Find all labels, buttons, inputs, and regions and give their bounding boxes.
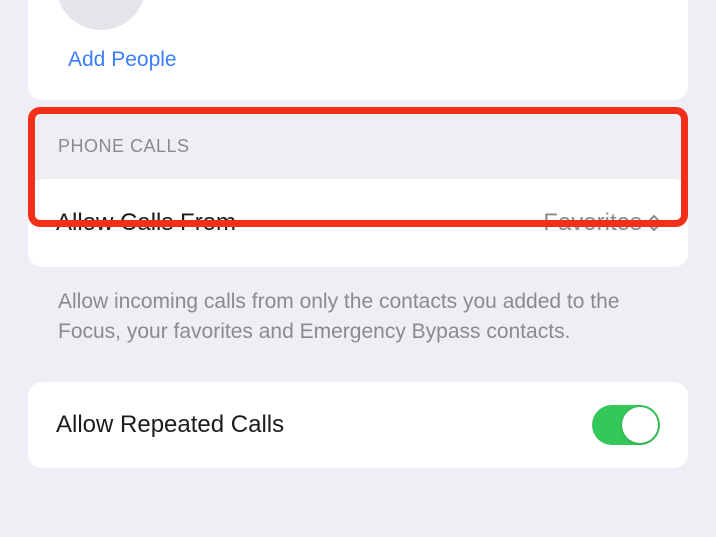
- allow-calls-footer-text: Allow incoming calls from only the conta…: [58, 287, 658, 348]
- people-card: Add People: [28, 0, 688, 100]
- updown-chevron-icon: [648, 214, 660, 232]
- allow-calls-from-value-wrap: Favorites: [543, 209, 660, 237]
- allow-calls-from-label: Allow Calls From: [56, 209, 236, 237]
- allow-repeated-calls-toggle[interactable]: [592, 405, 660, 445]
- avatar-placeholder: [56, 0, 146, 30]
- allow-calls-from-row[interactable]: Allow Calls From Favorites: [28, 179, 688, 267]
- allow-repeated-calls-label: Allow Repeated Calls: [56, 411, 284, 439]
- allow-repeated-calls-row: Allow Repeated Calls: [28, 382, 688, 468]
- allow-calls-from-value: Favorites: [543, 209, 642, 237]
- toggle-knob: [622, 407, 658, 443]
- add-people-button[interactable]: Add People: [68, 48, 177, 72]
- phone-calls-section-header: Phone Calls: [58, 136, 688, 157]
